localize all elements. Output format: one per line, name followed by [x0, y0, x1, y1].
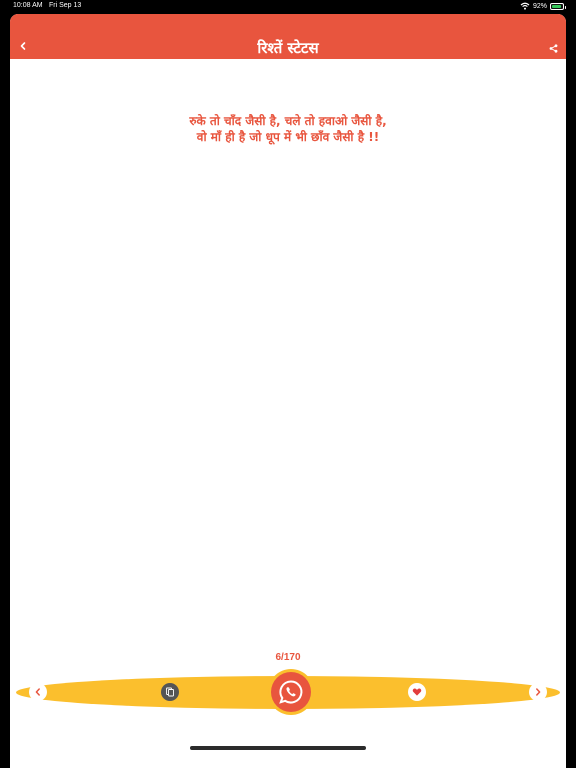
- battery-icon: [550, 2, 566, 10]
- whatsapp-icon: [279, 680, 303, 704]
- battery-percent: 92%: [532, 2, 547, 10]
- whatsapp-share-button[interactable]: [268, 669, 314, 715]
- chevron-right-icon: [536, 688, 541, 696]
- page-title: रिश्तें स्टेटस: [257, 39, 319, 57]
- status-bar: 10:08 AM Fri Sep 13 92%: [0, 0, 576, 14]
- app-screen: रिश्तें स्टेटस रुके तो चाँद जैसी है, चले…: [10, 14, 566, 768]
- copy-icon: [166, 687, 174, 697]
- heart-icon: [412, 688, 422, 696]
- favorite-button[interactable]: [408, 683, 426, 701]
- copy-button[interactable]: [161, 683, 179, 701]
- status-quote: रुके तो चाँद जैसी है, चले तो हवाओ जैसी ह…: [10, 113, 566, 145]
- quote-line-2: वो माँ ही है जो धूप में भी छाँव जैसी है …: [196, 130, 380, 144]
- share-icon[interactable]: [549, 44, 558, 53]
- next-button[interactable]: [529, 683, 547, 701]
- wifi-icon: [520, 2, 530, 10]
- quote-line-1: रुके तो चाँद जैसी है, चले तो हवाओ जैसी ह…: [189, 114, 387, 128]
- home-indicator[interactable]: [190, 746, 366, 750]
- header-bar: रिश्तें स्टेटस: [10, 14, 566, 59]
- bottom-toolbar: [16, 669, 560, 715]
- status-right: 92%: [520, 2, 566, 10]
- page-counter: 6/170: [275, 652, 301, 663]
- previous-button[interactable]: [29, 683, 47, 701]
- status-date: Fri Sep 13: [49, 2, 82, 9]
- chevron-left-icon: [35, 688, 40, 696]
- status-time: 10:08 AM: [13, 2, 43, 9]
- whatsapp-circle: [271, 672, 311, 712]
